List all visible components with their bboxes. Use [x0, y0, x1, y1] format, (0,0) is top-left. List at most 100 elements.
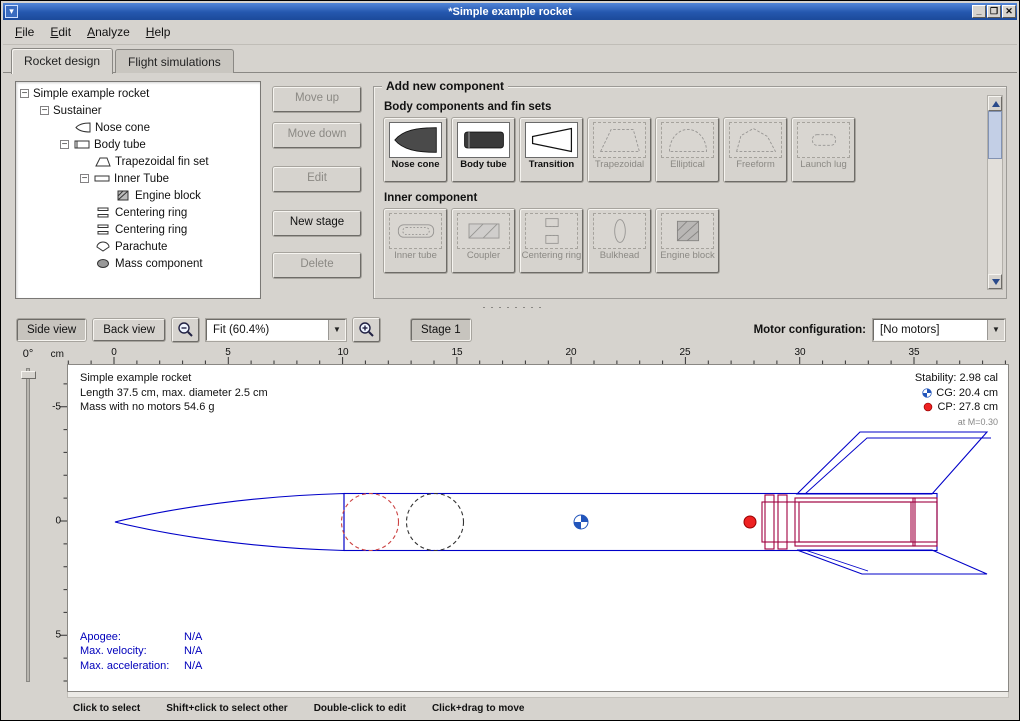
move-up-button[interactable]: Move up — [273, 87, 361, 112]
tree-item-trapezoidal-fin-set[interactable]: Trapezoidal fin set — [16, 153, 260, 170]
collapse-icon[interactable]: − — [80, 174, 89, 183]
bulkhead-button[interactable]: Bulkhead — [588, 209, 651, 273]
engine-block-button[interactable]: Engine block — [656, 209, 719, 273]
edit-button[interactable]: Edit — [273, 167, 361, 192]
max-acceleration-value: N/A — [184, 659, 202, 674]
engine-block-icon — [661, 213, 714, 249]
body-tube-button[interactable]: Body tube — [452, 118, 515, 182]
back-view-button[interactable]: Back view — [93, 319, 165, 341]
centering-ring-button[interactable]: Centering ring — [520, 209, 583, 273]
collapse-icon[interactable]: − — [60, 140, 69, 149]
tree-item-body-tube[interactable]: − Body tube — [16, 136, 260, 153]
maximize-button[interactable]: ❐ — [987, 5, 1001, 18]
cp-marker — [744, 516, 756, 528]
component-button-label: Centering ring — [522, 251, 582, 261]
tree-label: Nose cone — [95, 122, 150, 134]
tree-item-inner-tube[interactable]: − Inner Tube — [16, 170, 260, 187]
cp-icon — [923, 402, 933, 412]
side-view-button[interactable]: Side view — [17, 319, 86, 341]
rocket-info: Simple example rocket Length 37.5 cm, ma… — [80, 371, 268, 415]
body-tube-icon — [73, 139, 91, 150]
component-button-label: Launch lug — [800, 160, 846, 170]
chevron-down-icon[interactable]: ▼ — [987, 320, 1004, 340]
component-button-label: Freeform — [736, 160, 775, 170]
coupler-button[interactable]: Coupler — [452, 209, 515, 273]
menu-analyze[interactable]: Analyze — [79, 22, 138, 42]
hint-click-to-select: Click to select — [73, 703, 140, 714]
application-window: ▾ *Simple example rocket _ ❐ ✕ File Edit… — [0, 0, 1020, 721]
trapezoidal-fin-button[interactable]: Trapezoidal — [588, 118, 651, 182]
trapezoidal-fin-icon — [593, 122, 646, 158]
collapse-icon[interactable]: − — [20, 89, 29, 98]
minimize-button[interactable]: _ — [972, 5, 986, 18]
max-velocity-value: N/A — [184, 644, 202, 659]
view-toolbar: Side view Back view Fit (60.4%) ▼ Stage … — [3, 313, 1017, 346]
status-bar: Click to select Shift+click to select ot… — [3, 698, 1017, 718]
ruler-label: 5 — [225, 347, 231, 358]
inner-tube-button[interactable]: Inner tube — [384, 209, 447, 273]
collapse-icon[interactable]: − — [40, 106, 49, 115]
scrollbar-thumb[interactable] — [988, 111, 1002, 159]
tree-item-centering-ring-1[interactable]: Centering ring — [16, 204, 260, 221]
nose-cone-icon — [389, 122, 442, 158]
tree-item-nose-cone[interactable]: Nose cone — [16, 119, 260, 136]
tree-label: Inner Tube — [114, 173, 169, 185]
tab-flight-simulations[interactable]: Flight simulations — [115, 49, 234, 73]
stability-value: Stability: 2.98 cal — [915, 371, 998, 386]
inner-tube-icon — [389, 213, 442, 249]
zoom-in-button[interactable] — [353, 318, 380, 342]
add-component-title: Add new component — [382, 79, 508, 93]
fin-set-icon — [94, 156, 112, 167]
tree-item-mass-component[interactable]: Mass component — [16, 255, 260, 272]
component-button-label: Elliptical — [670, 160, 705, 170]
flight-stats: Apogee: N/A Max. velocity: N/A Max. acce… — [80, 630, 202, 674]
hint-shift-click: Shift+click to select other — [166, 703, 287, 714]
zoom-select[interactable]: Fit (60.4%) ▼ — [206, 319, 346, 341]
ruler-label: 25 — [679, 347, 690, 358]
scroll-down-button[interactable] — [988, 274, 1002, 289]
nose-cone-button[interactable]: Nose cone — [384, 118, 447, 182]
component-tree[interactable]: − Simple example rocket − Sustainer Nose… — [15, 81, 261, 299]
menu-help[interactable]: Help — [138, 22, 179, 42]
launch-lug-button[interactable]: Launch lug — [792, 118, 855, 182]
tree-item-sustainer[interactable]: − Sustainer — [16, 102, 260, 119]
zoom-out-icon — [177, 321, 194, 338]
tree-item-parachute[interactable]: Parachute — [16, 238, 260, 255]
body-components-label: Body components and fin sets — [384, 101, 982, 113]
move-down-button[interactable]: Move down — [273, 123, 361, 148]
panel-splitter[interactable] — [3, 303, 1017, 313]
tree-label: Centering ring — [115, 207, 187, 219]
horizontal-ruler: 0 5 10 15 20 25 30 35 — [67, 346, 1009, 364]
menu-edit[interactable]: Edit — [42, 22, 79, 42]
tab-rocket-design[interactable]: Rocket design — [11, 48, 113, 74]
rocket-view-area: 0° cm 0 5 10 15 20 25 30 35 -5 0 5 — [3, 346, 1017, 692]
delete-button[interactable]: Delete — [273, 253, 361, 278]
rotation-slider-handle[interactable] — [21, 371, 36, 379]
tree-label: Mass component — [115, 258, 203, 270]
chevron-down-icon[interactable]: ▼ — [328, 320, 345, 340]
motor-configuration-select[interactable]: [No motors] ▼ — [873, 319, 1005, 341]
tree-label: Engine block — [135, 190, 201, 202]
tree-item-engine-block[interactable]: Engine block — [16, 187, 260, 204]
title-bar[interactable]: ▾ *Simple example rocket _ ❐ ✕ — [3, 3, 1017, 20]
transition-button[interactable]: Transition — [520, 118, 583, 182]
tree-item-centering-ring-2[interactable]: Centering ring — [16, 221, 260, 238]
freeform-fin-button[interactable]: Freeform — [724, 118, 787, 182]
nose-cone-icon — [74, 122, 92, 133]
close-button[interactable]: ✕ — [1002, 5, 1016, 18]
rocket-canvas[interactable]: Simple example rocket Length 37.5 cm, ma… — [67, 364, 1009, 692]
cp-value: CP: 27.8 cm — [937, 400, 998, 415]
inner-components-row: Inner tube Coupler Centering ring — [384, 209, 982, 273]
tree-item-rocket-root[interactable]: − Simple example rocket — [16, 85, 260, 102]
zoom-out-button[interactable] — [172, 318, 199, 342]
add-component-panel: Add new component Body components and fi… — [373, 86, 1007, 299]
engine-block-icon — [114, 190, 132, 201]
stage-1-toggle[interactable]: Stage 1 — [411, 319, 471, 341]
rotation-slider[interactable] — [26, 368, 30, 682]
menu-file[interactable]: File — [7, 22, 42, 42]
component-panel-scrollbar[interactable] — [987, 95, 1003, 290]
ruler-label: 15 — [451, 347, 462, 358]
scroll-up-button[interactable] — [988, 96, 1002, 111]
elliptical-fin-button[interactable]: Elliptical — [656, 118, 719, 182]
new-stage-button[interactable]: New stage — [273, 211, 361, 236]
